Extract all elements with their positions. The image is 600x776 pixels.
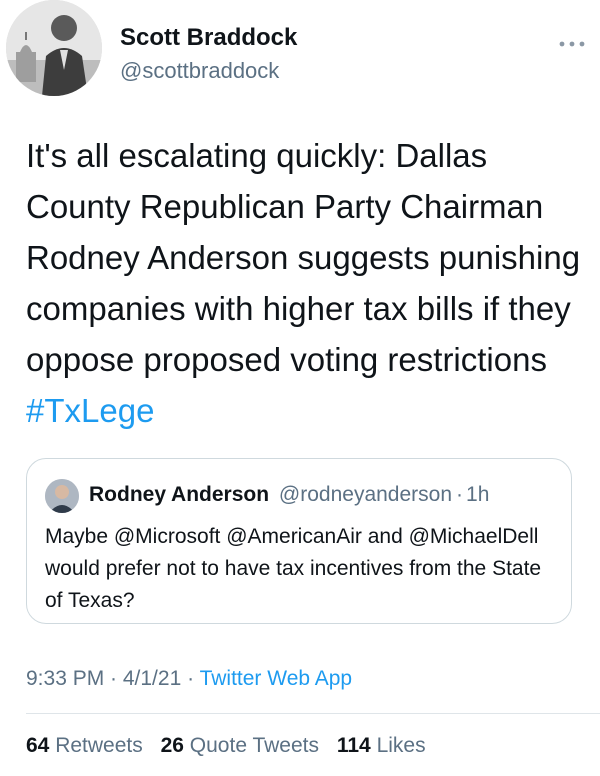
quoted-avatar-photo: [45, 479, 79, 513]
more-icon[interactable]: [558, 28, 586, 54]
quoted-author-name[interactable]: Rodney Anderson: [89, 483, 269, 506]
hashtag-link[interactable]: #TxLege: [26, 392, 154, 429]
quoted-time[interactable]: 1h: [466, 483, 489, 506]
retweets-stat[interactable]: 64 Retweets: [26, 734, 149, 757]
quotes-label: Quote Tweets: [189, 734, 319, 757]
retweets-count: 64: [26, 734, 50, 757]
author-avatar[interactable]: [6, 0, 102, 96]
author-handle[interactable]: @scottbraddock: [120, 58, 279, 84]
likes-count: 114: [336, 734, 371, 757]
quoted-header: Rodney Anderson @rodneyanderson · 1h: [89, 483, 489, 507]
likes-label: Likes: [376, 734, 426, 757]
retweets-label: Retweets: [55, 734, 143, 757]
likes-stat[interactable]: 114 Likes: [337, 734, 426, 757]
tweet-stats: 64 Retweets 26 Quote Tweets 114 Likes: [26, 734, 438, 758]
tweet-body: It's all escalating quickly: Dallas Coun…: [26, 137, 581, 378]
quoted-tweet-text: Maybe @Microsoft @AmericanAir and @Micha…: [45, 525, 542, 612]
author-avatar-photo: [6, 0, 102, 96]
quoted-separator: ·: [456, 483, 464, 506]
meta-separator: ·: [187, 667, 195, 690]
tweet-meta: 9:33 PM · 4/1/21 · Twitter Web App: [26, 667, 352, 691]
quoted-author-avatar[interactable]: [45, 479, 79, 513]
quotes-stat[interactable]: 26 Quote Tweets: [161, 734, 325, 757]
source-app-link[interactable]: Twitter Web App: [200, 667, 353, 690]
divider: [26, 713, 600, 714]
quoted-tweet-card[interactable]: Rodney Anderson @rodneyanderson · 1h Maybe…: [26, 458, 572, 624]
quotes-count: 26: [160, 734, 184, 757]
author-name[interactable]: Scott Braddock: [120, 24, 297, 52]
tweet-timestamp[interactable]: 9:33 PM · 4/1/21: [26, 667, 181, 690]
quoted-author-handle[interactable]: @rodneyanderson: [279, 483, 452, 506]
tweet-text: It's all escalating quickly: Dallas Coun…: [26, 130, 586, 436]
